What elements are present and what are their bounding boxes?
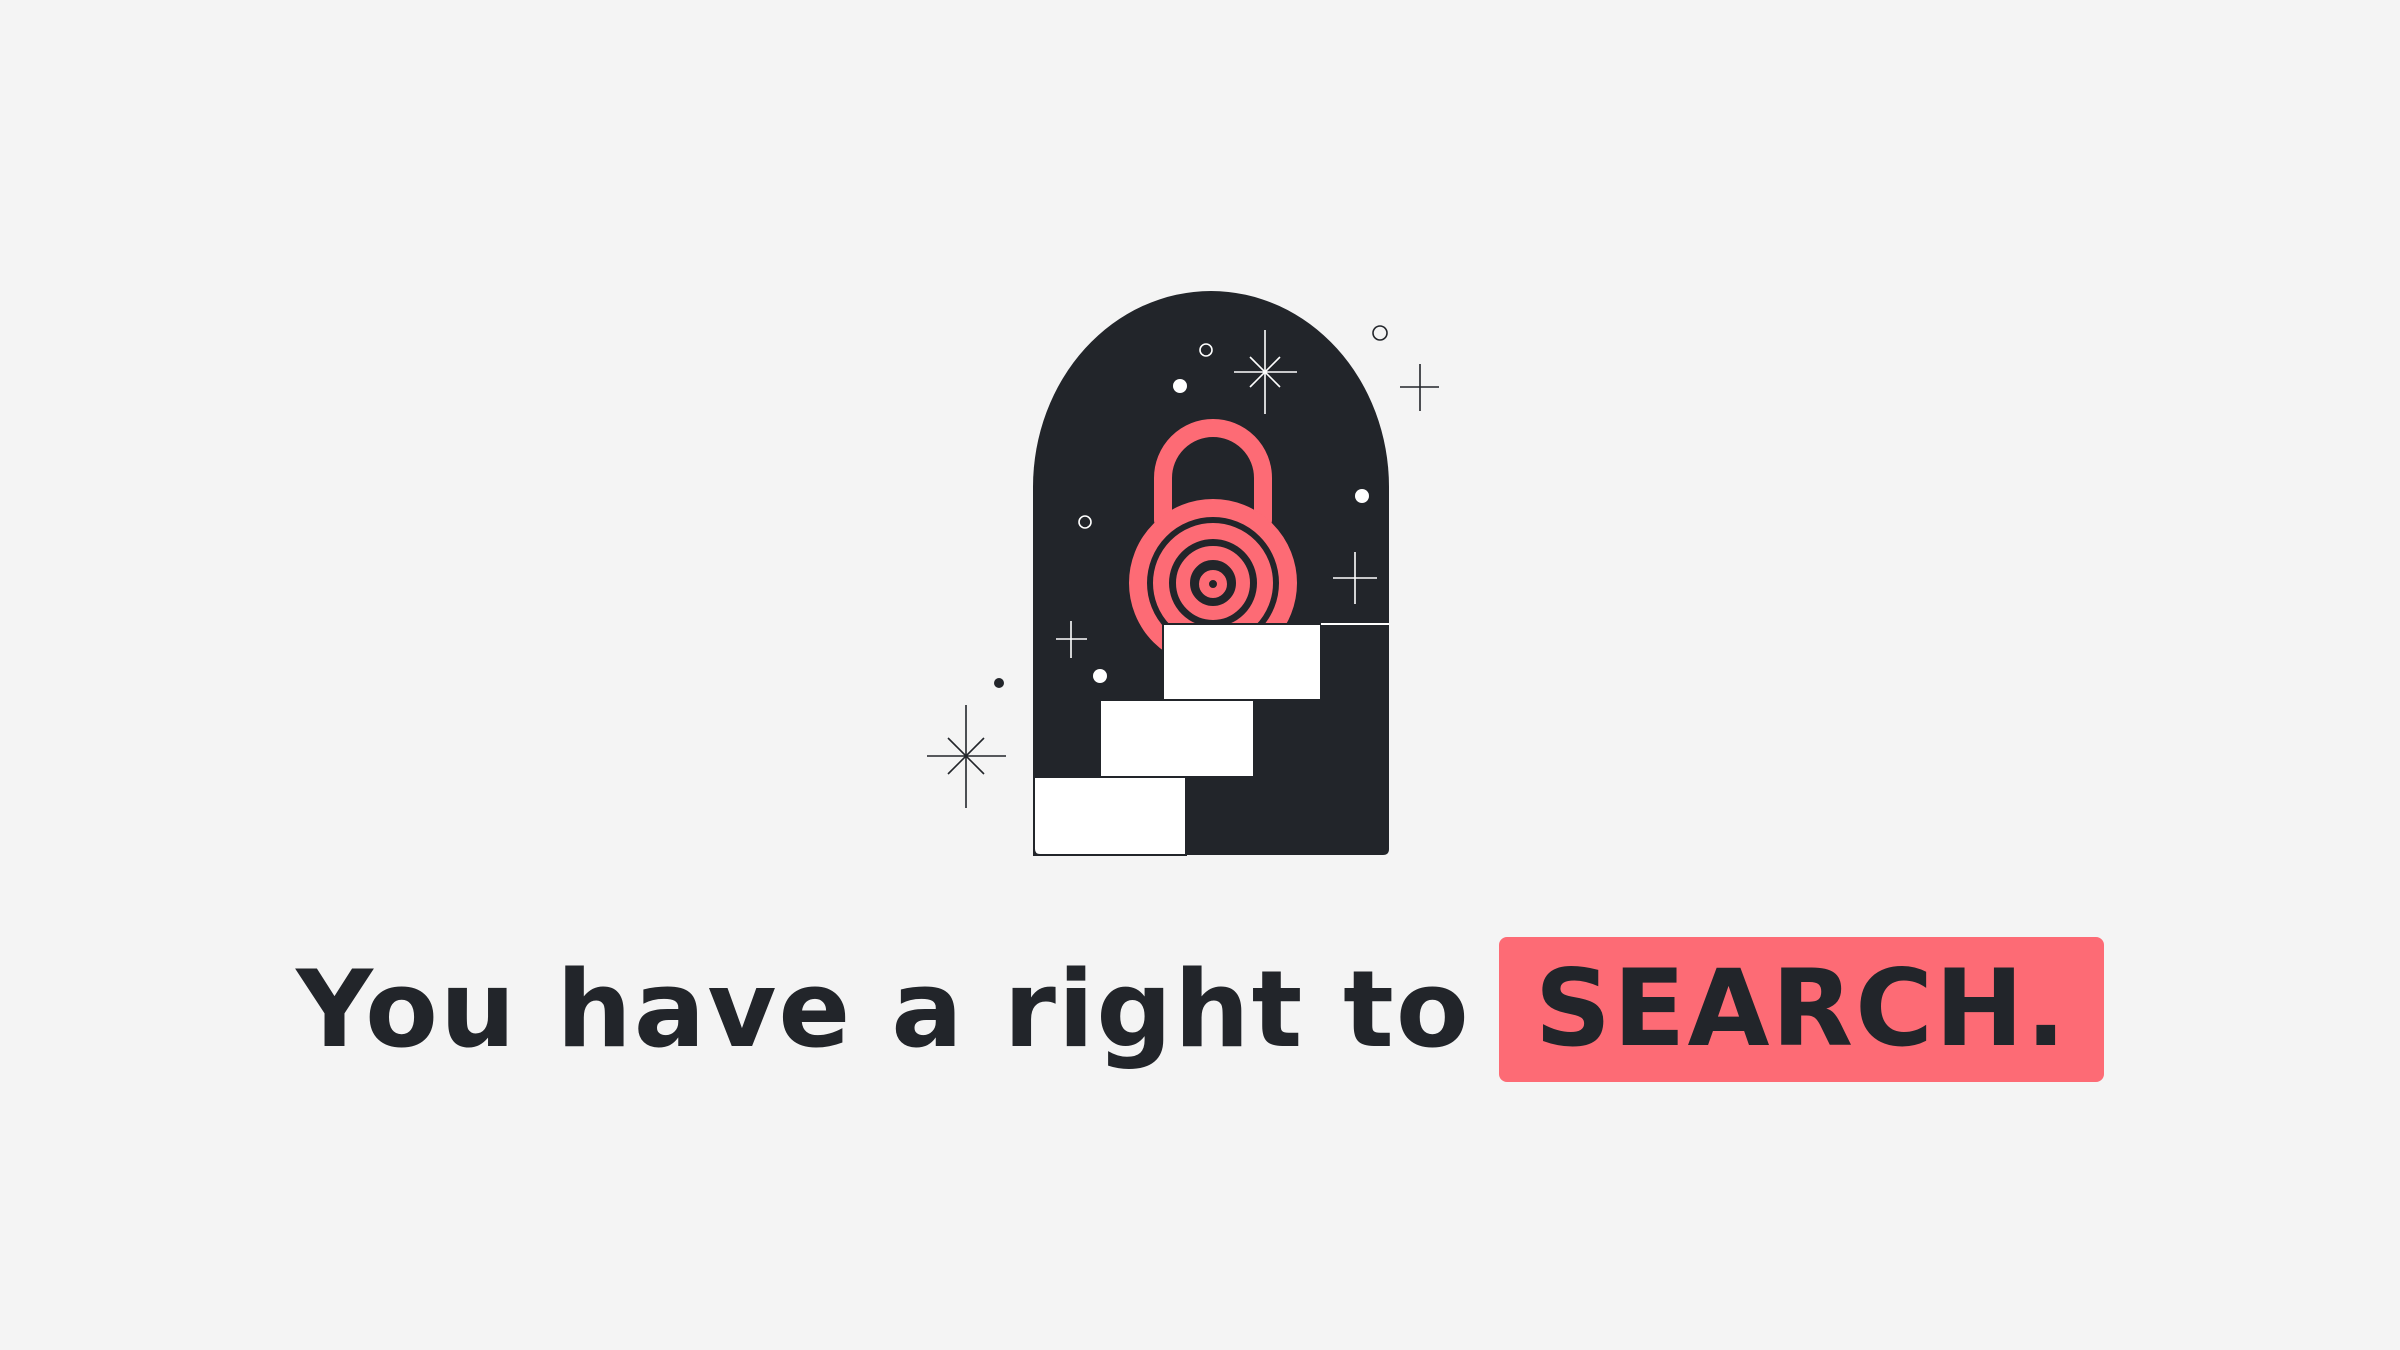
star-dot [1372, 325, 1388, 341]
headline-lead: You have a right to [296, 947, 1471, 1071]
sparkle-icon [927, 705, 1006, 808]
star-dot [994, 678, 1004, 688]
headline: You have a right to SEARCH. [0, 936, 2400, 1082]
stair-step-middle [1099, 699, 1255, 778]
stair-step-bottom [1033, 776, 1187, 856]
privacy-illustration [927, 291, 1439, 856]
star-dot [1355, 489, 1369, 503]
star-dot [1093, 669, 1107, 683]
stair-step-top [1162, 623, 1322, 701]
plus-star [1400, 364, 1439, 411]
star-dot [1173, 379, 1187, 393]
headline-highlight: SEARCH. [1498, 936, 2104, 1082]
hero-banner: You have a right to SEARCH. [0, 0, 2400, 1350]
